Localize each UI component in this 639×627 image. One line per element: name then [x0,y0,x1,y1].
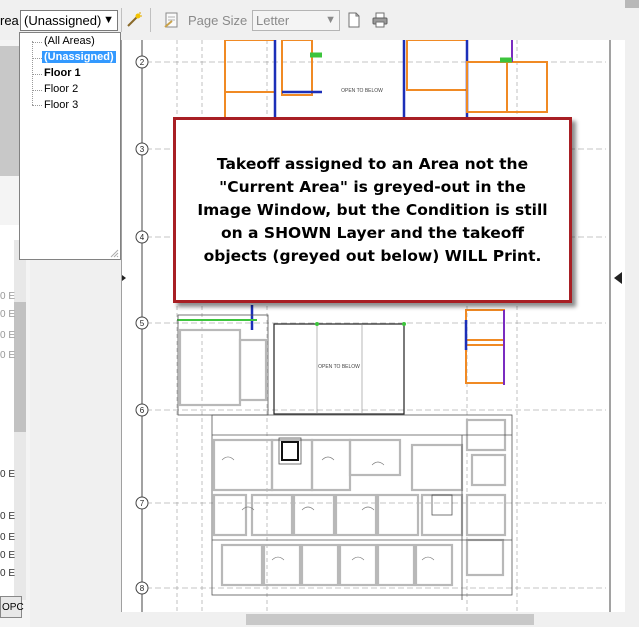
area-option-floor-3[interactable]: Floor 3 [44,99,78,111]
grid-label: 2 [140,58,145,67]
window-edge [625,0,639,8]
section-marker [614,272,622,284]
page-size-value: Letter [256,13,290,28]
grid-label: 6 [140,406,145,415]
tree-line [32,58,42,59]
tree-line [32,105,42,106]
area-label: rea [0,13,19,28]
row-marker: 0 E [0,330,16,341]
opc-button[interactable]: OPC [0,596,24,618]
area-combo-value: (Unassigned) [24,13,102,28]
page-setup-icon[interactable] [163,11,181,29]
left-scrollbar-thumb[interactable] [14,302,26,432]
area-dropdown-list[interactable]: (All Areas) (Unassigned) Floor 1 Floor 2… [19,32,121,260]
row-marker: 0 E [0,291,16,302]
grid-label: 4 [140,233,145,242]
left-pane-top [0,46,19,176]
structure-lines [177,314,513,600]
row-marker: 0 E [0,568,16,579]
area-option-floor-2[interactable]: Floor 2 [44,83,78,95]
page-size-label: Page Size [188,13,248,28]
page-size-combo[interactable]: Letter ▼ [252,10,340,31]
vertical-scrollbar[interactable] [625,40,639,612]
row-marker: 0 E [0,511,16,522]
toolbar-separator [150,8,151,32]
room-label: OPEN TO BELOW [318,364,360,370]
print-icon[interactable] [371,11,389,29]
assigned-takeoff-mid [177,305,505,385]
grid-label: 3 [140,145,145,154]
row-marker: 0 E [0,309,16,320]
tree-line [32,90,42,91]
grid-label: 8 [140,584,145,593]
grid-label: 7 [140,499,145,508]
row-marker: 0 E [0,350,16,361]
magic-wand-icon[interactable] [125,11,143,29]
area-combo[interactable]: (Unassigned) ▼ [20,10,118,31]
area-option-unassigned[interactable]: (Unassigned) [42,51,116,63]
callout-text: Takeoff assigned to an Area not the "Cur… [197,154,548,265]
toolbar-separator [121,8,122,32]
area-option-all-areas[interactable]: (All Areas) [44,35,95,47]
chevron-down-icon: ▼ [103,14,114,26]
tree-line [32,41,33,105]
chevron-down-icon: ▼ [325,14,336,26]
grid-label: 5 [140,319,145,328]
row-marker: 0 E [0,550,16,561]
tree-line [32,42,42,43]
horizontal-scrollbar-thumb[interactable] [246,614,534,625]
row-marker: 0 E [0,469,16,480]
section-marker [118,272,126,284]
annotation-callout: Takeoff assigned to an Area not the "Cur… [173,117,572,303]
tree-line [32,74,42,75]
assigned-takeoff-top [224,39,548,121]
row-marker: 0 E [0,532,16,543]
area-option-floor-1[interactable]: Floor 1 [44,67,81,79]
blank-page-icon[interactable] [345,11,363,29]
room-label: OPEN TO BELOW [341,88,383,94]
resize-grip-icon[interactable] [109,248,119,258]
